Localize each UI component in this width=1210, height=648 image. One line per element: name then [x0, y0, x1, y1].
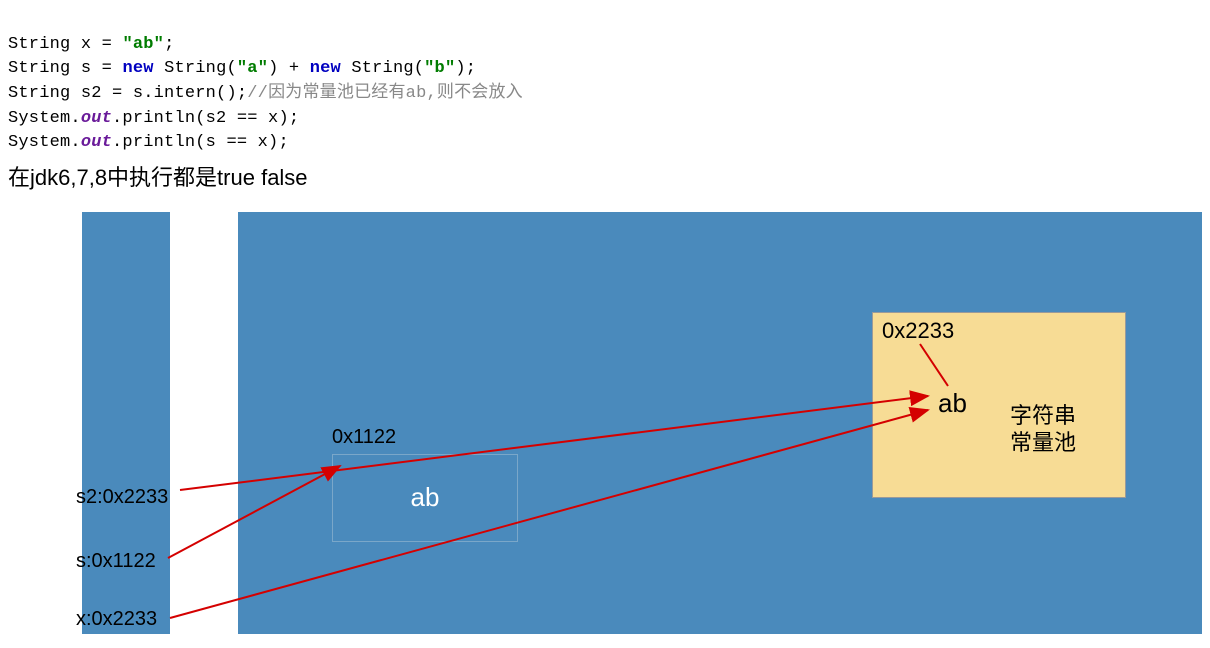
code-block: String x = "ab"; String s = new String("…: [8, 8, 1202, 156]
heap-address-label: 0x1122: [332, 426, 396, 449]
stack-var-x: x:0x2233: [76, 608, 157, 631]
heap-value-label: ab: [411, 482, 440, 513]
heap-object-box: ab: [332, 454, 518, 542]
result-caption: 在jdk6,7,8中执行都是true false: [8, 160, 1202, 192]
pool-address-label: 0x2233: [882, 318, 954, 344]
memory-diagram: 0x2233 ab 字符串 常量池 0x1122 ab s2:0x2233 s:…: [8, 210, 1202, 640]
stack-var-s: s:0x1122: [76, 550, 156, 573]
string-pool-title: 字符串 常量池: [1010, 402, 1076, 457]
stack-var-s2: s2:0x2233: [76, 486, 168, 509]
pool-value-label: ab: [938, 388, 967, 419]
